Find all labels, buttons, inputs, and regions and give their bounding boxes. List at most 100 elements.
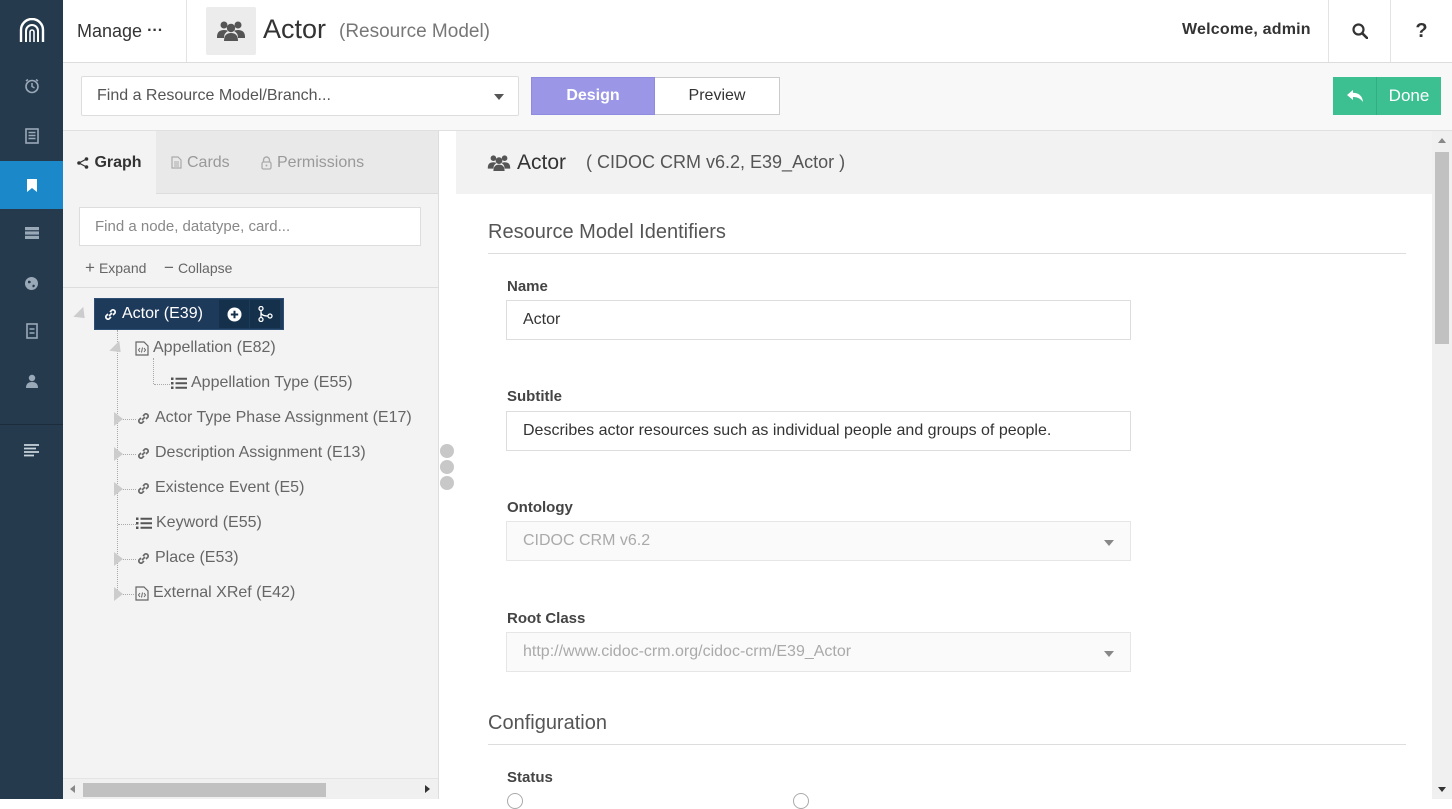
tab-cards-label: Cards — [187, 153, 230, 171]
arches-logo-icon[interactable] — [0, 0, 63, 62]
add-child-node-button[interactable] — [219, 300, 249, 328]
preview-button[interactable]: Preview — [655, 77, 780, 115]
tree-node-label: Description Assignment (E13) — [155, 444, 366, 461]
node-search-input[interactable]: Find a node, datatype, card... — [79, 207, 421, 246]
ontology-select[interactable]: CIDOC CRM v6.2 — [506, 521, 1131, 561]
link-icon — [136, 446, 151, 461]
status-radio[interactable] — [793, 793, 809, 809]
manage-dots: ··· — [147, 22, 164, 39]
tree-node[interactable]: Description Assignment (E13) — [136, 444, 366, 462]
help-button[interactable]: ? — [1390, 0, 1452, 62]
search-icon — [1351, 23, 1368, 39]
graph-designer-bookmark-icon[interactable] — [0, 161, 63, 209]
design-preview-toggle: Design Preview — [531, 77, 780, 115]
tab-graph[interactable]: Graph — [63, 131, 156, 194]
semantic-node-icon — [135, 340, 149, 356]
tree-connector — [118, 524, 136, 525]
tree-connector — [154, 384, 170, 385]
tree-node[interactable]: Keyword (E55) — [136, 514, 262, 532]
settings-header: Actor ( CIDOC CRM v6.2, E39_Actor ) — [456, 131, 1432, 194]
root-class-label: Root Class — [507, 610, 586, 627]
tree-node[interactable]: Actor Type Phase Assignment (E17) — [136, 409, 412, 427]
share-nodes-icon — [77, 156, 89, 169]
tree-toggle-xref[interactable] — [114, 587, 123, 601]
tree-node[interactable]: External XRef (E42) — [135, 584, 295, 602]
root-class-select[interactable]: http://www.cidoc-crm.org/cidoc-crm/E39_A… — [506, 632, 1131, 672]
collapse-all-button[interactable]: − Collapse — [164, 258, 232, 278]
database-icon[interactable] — [0, 209, 63, 257]
expand-label: Expand — [98, 260, 147, 276]
globe-icon[interactable] — [0, 259, 63, 307]
tree-toggle-description[interactable] — [114, 447, 123, 461]
tree-node-label: Actor Type Phase Assignment (E17) — [155, 409, 412, 426]
done-button[interactable]: Done — [1333, 77, 1441, 115]
scroll-down-icon[interactable] — [1438, 787, 1446, 792]
tree-toggle-appellation[interactable] — [109, 340, 126, 358]
scroll-right-icon[interactable] — [425, 785, 430, 793]
settings-title: Actor — [517, 150, 567, 174]
semantic-node-icon — [135, 585, 149, 601]
scrollbar-thumb[interactable] — [83, 783, 326, 797]
concept-list-icon — [136, 517, 152, 530]
expand-all-button[interactable]: + Expand — [85, 258, 146, 278]
rail-divider — [0, 424, 63, 425]
tree-horizontal-scrollbar[interactable] — [63, 778, 438, 799]
add-branch-button[interactable] — [250, 300, 280, 328]
ontology-value: CIDOC CRM v6.2 — [523, 532, 651, 549]
tree-node-label: Place (E53) — [155, 549, 239, 566]
model-settings-panel: Actor ( CIDOC CRM v6.2, E39_Actor ) Reso… — [456, 131, 1452, 809]
welcome-user-link[interactable]: Welcome, admin — [1182, 21, 1311, 39]
scroll-left-icon[interactable] — [70, 785, 75, 793]
app-sidebar — [0, 0, 63, 799]
resize-handle-dot[interactable] — [440, 460, 454, 474]
user-profile-icon[interactable] — [0, 357, 63, 405]
ontology-info: ( CIDOC CRM v6.2, E39_Actor ) — [586, 152, 846, 172]
tab-permissions-label: Permissions — [277, 153, 365, 171]
link-icon — [136, 481, 151, 496]
page-subtitle: (Resource Model) — [339, 21, 490, 42]
tab-cards[interactable]: Cards — [171, 131, 230, 194]
scrollbar-thumb[interactable] — [1435, 152, 1449, 344]
tree-node-label: Appellation Type (E55) — [191, 374, 353, 391]
resize-handle-dot[interactable] — [440, 444, 454, 458]
tree-node[interactable]: Appellation (E82) — [135, 339, 276, 357]
graph-tree-panel: Graph Cards Permissions Find a node, dat… — [63, 131, 439, 799]
resources-icon[interactable] — [0, 112, 63, 160]
scroll-up-icon[interactable] — [1438, 138, 1446, 143]
tree-toggle-root[interactable] — [73, 306, 90, 324]
tree-node-label: Existence Event (E5) — [155, 479, 305, 496]
link-icon — [103, 307, 118, 322]
resource-model-finder[interactable]: Find a Resource Model/Branch... — [81, 76, 519, 116]
manage-menu-button[interactable]: Manage ··· — [63, 0, 187, 62]
chevron-down-icon — [1104, 651, 1114, 657]
import-export-icon[interactable] — [0, 307, 63, 355]
tab-graph-label: Graph — [94, 153, 142, 171]
reply-arrow-icon — [1333, 77, 1377, 115]
design-button[interactable]: Design — [531, 77, 655, 115]
tree-toggle-place[interactable] — [114, 552, 123, 566]
root-class-value: http://www.cidoc-crm.org/cidoc-crm/E39_A… — [523, 643, 852, 660]
tree-toggle-actor-type[interactable] — [114, 412, 123, 426]
tree-node[interactable]: Appellation Type (E55) — [171, 374, 353, 392]
search-button[interactable] — [1328, 0, 1390, 62]
resource-model-finder-placeholder: Find a Resource Model/Branch... — [97, 87, 331, 104]
menu-lines-icon[interactable] — [0, 426, 63, 474]
subtitle-input[interactable]: Describes actor resources such as indivi… — [506, 411, 1131, 451]
tab-permissions[interactable]: Permissions — [261, 131, 364, 194]
tree-node-label: Appellation (E82) — [153, 339, 276, 356]
manage-label: Manage — [77, 20, 143, 41]
settings-vertical-scrollbar[interactable] — [1432, 131, 1452, 799]
identifiers-section-title: Resource Model Identifiers — [488, 221, 726, 243]
tree-connector — [153, 358, 154, 384]
tree-node[interactable]: Place (E53) — [136, 549, 239, 567]
chevron-down-icon — [1104, 540, 1114, 546]
resize-handle-dot[interactable] — [440, 476, 454, 490]
concept-list-icon — [171, 377, 187, 390]
recent-activity-icon[interactable] — [0, 62, 63, 110]
tree-node[interactable]: Existence Event (E5) — [136, 479, 304, 497]
tree-toggle-existence[interactable] — [114, 482, 123, 496]
name-input[interactable]: Actor — [506, 300, 1131, 340]
status-radio[interactable] — [507, 793, 523, 809]
tree-root-node[interactable]: Actor (E39) — [94, 298, 284, 330]
tree-root-label: Actor (E39) — [122, 305, 203, 322]
